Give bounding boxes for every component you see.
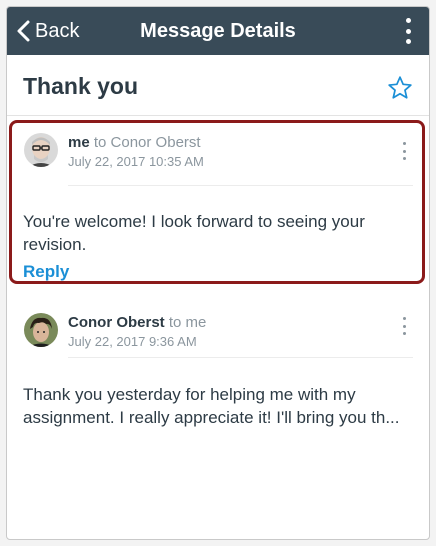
navigation-bar: Back Message Details [7, 7, 429, 55]
message-options-icon[interactable] [399, 317, 409, 335]
avatar[interactable] [24, 133, 58, 167]
recipient-text: to me [168, 314, 207, 331]
subject-divider [7, 115, 429, 116]
conversation-subject: Thank you [23, 73, 139, 99]
message-header-divider [68, 357, 413, 358]
back-button[interactable]: Back [15, 7, 79, 55]
message-options-icon[interactable] [399, 142, 409, 160]
star-button[interactable] [387, 75, 413, 101]
message-date: July 22, 2017 10:35 AM [68, 154, 204, 169]
message-date: July 22, 2017 9:36 AM [68, 334, 197, 349]
reply-button[interactable]: Reply [23, 262, 69, 282]
more-options-icon[interactable] [401, 18, 415, 44]
subject-row: Thank you [7, 55, 429, 117]
recipient-text: to Conor Oberst [93, 134, 201, 151]
author-name: Conor Oberst [68, 314, 165, 331]
message-body: Thank you yesterday for helping me with … [23, 385, 400, 427]
star-outline-icon [388, 76, 412, 99]
message-body: You're welcome! I look forward to seeing… [23, 212, 365, 254]
message-author-line: Conor Oberst to me [68, 314, 206, 331]
message-item[interactable]: Conor Oberst to me July 22, 2017 9:36 AM… [7, 297, 429, 447]
author-name: me [68, 134, 90, 151]
chevron-left-icon [17, 20, 30, 42]
back-label: Back [35, 19, 80, 42]
avatar[interactable] [24, 313, 58, 347]
message-author-line: me to Conor Oberst [68, 134, 201, 151]
message-header-divider [68, 185, 413, 186]
message-item[interactable]: me to Conor Oberst July 22, 2017 10:35 A… [7, 117, 429, 287]
app-frame: Back Message Details Thank you me to Con… [6, 6, 430, 540]
